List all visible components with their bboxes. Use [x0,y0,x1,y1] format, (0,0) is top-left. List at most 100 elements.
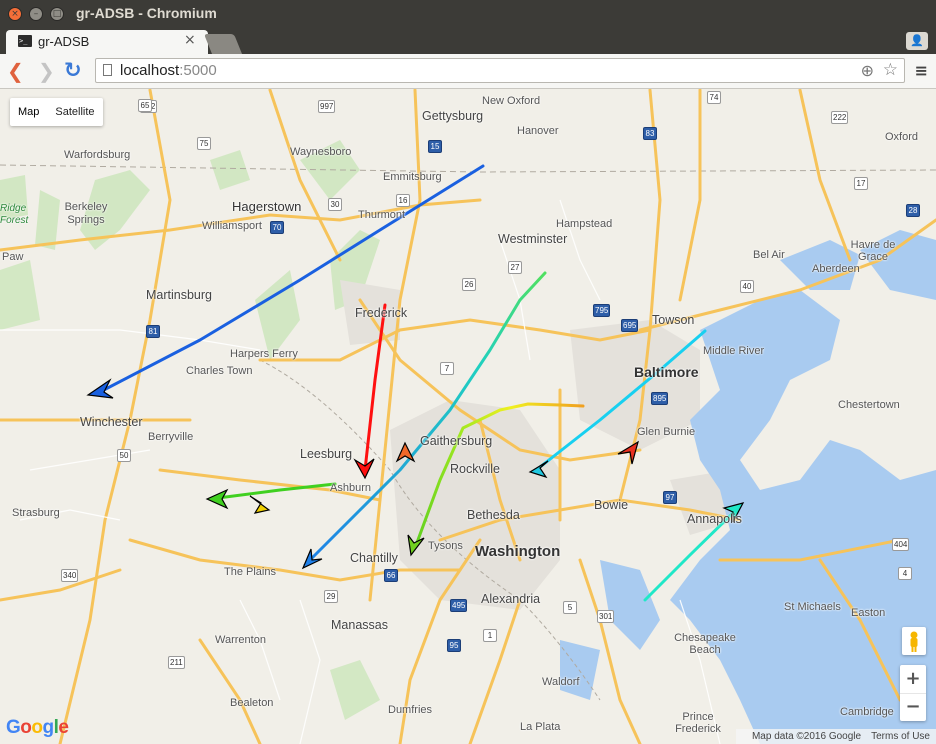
plane-icon-green-1 [205,488,229,510]
place-label: Bowie [594,498,629,512]
map-attribution: Map data ©2016 Google Terms of Use [735,729,936,744]
street-view-pegman[interactable] [902,627,926,655]
browser-menu-icon[interactable]: ≡ [915,61,928,80]
zoom-out-button[interactable]: − [900,693,926,721]
highway-shield: 30 [328,198,342,211]
map-type-map-button[interactable]: Map [10,98,47,126]
place-label: Berryville [148,431,194,443]
url-text[interactable]: localhost:5000 [120,62,217,79]
minimize-window-button[interactable]: – [29,7,43,21]
terms-of-use-link[interactable]: Terms of Use [871,731,930,742]
place-label: Gettysburg [422,109,484,123]
window-title: gr-ADSB - Chromium [76,5,217,21]
place-label: Chesapeake Beach [674,632,736,656]
forest-label: Ridge Forest [0,203,29,226]
place-label: St Michaels [784,601,841,613]
place-label: Manassas [331,618,388,632]
place-label: Paw [2,251,24,263]
place-label: Easton [851,607,886,619]
back-button[interactable]: ❮ [7,59,24,83]
pegman-icon [910,631,918,652]
close-window-button[interactable]: × [8,7,22,21]
highway-shield: 7 [440,362,454,375]
google-logo-letter: G [6,717,21,738]
new-tab-button[interactable] [203,34,243,54]
place-label: Dumfries [388,704,433,716]
tab-strip: >_ gr-ADSB × 👤 [0,30,936,54]
highway-shield: 211 [168,656,185,669]
place-label: Chantilly [350,551,398,565]
place-label: Alexandria [481,592,541,606]
place-label: Williamsport [202,220,262,232]
zoom-control: + − [900,665,926,721]
tab-gr-adsb[interactable]: >_ gr-ADSB × [6,30,208,54]
place-label: Chestertown [838,399,900,411]
google-logo-letter: e [58,717,69,738]
track-4 [208,482,337,501]
place-label: Hanover [517,125,559,137]
map-canvas[interactable]: New Oxford Gettysburg Hanover Waynesboro… [0,89,936,744]
highway-shield: 50 [117,449,131,462]
place-label: Winchester [80,415,143,429]
highway-shield: 70 [270,221,284,234]
place-label: Middle River [703,345,765,357]
highway-shield: 997 [318,100,336,113]
highway-shield: 65 [138,99,152,112]
tab-close-icon[interactable]: × [184,32,196,48]
google-logo-letter: g [42,717,55,738]
reload-button[interactable]: ↻ [64,58,82,82]
highway-shield: 40 [740,280,754,293]
highway-shield: 795 [593,304,611,317]
place-label: Warrenton [215,634,266,646]
profile-icon[interactable]: 👤 [906,32,928,50]
place-label: The Plains [224,566,276,578]
google-logo-letter: o [31,717,43,738]
highway-shield: 17 [854,177,868,190]
place-label: Westminster [498,232,568,246]
highway-shield: 895 [651,392,669,405]
highway-shield: 404 [892,538,910,551]
highway-shield: 695 [621,319,639,332]
place-label: Glen Burnie [637,426,696,438]
place-label: Leesburg [300,447,353,461]
place-label: Baltimore [634,364,699,380]
highway-shield: 495 [450,599,468,612]
place-label: Thurmont [358,209,406,221]
place-label: Aberdeen [812,263,860,275]
highway-shield: 28 [906,204,920,217]
highway-shield: 26 [462,278,476,291]
google-logo[interactable]: Google [6,717,69,739]
place-label: Bealeton [230,697,274,709]
highway-shield: 29 [324,590,338,603]
highway-shield: 83 [643,127,657,140]
place-label: Martinsburg [146,288,212,302]
bookmark-star-icon[interactable]: ☆ [883,60,898,80]
place-label: Washington [475,543,561,560]
page-icon [103,64,112,76]
place-label: Bel Air [753,249,785,261]
place-label: Cambridge [840,706,894,718]
map-type-satellite-button[interactable]: Satellite [47,98,102,126]
place-label: Warfordsburg [64,149,131,161]
highway-shield: 4 [898,567,912,580]
place-label: Havre de Grace [850,239,896,263]
place-label: Harpers Ferry [230,348,298,360]
place-label: New Oxford [482,95,541,107]
place-label: Frederick [355,306,408,320]
forward-button[interactable]: ❯ [38,59,55,83]
highway-shield: 340 [61,569,79,582]
maximize-window-button[interactable]: □ [50,7,64,21]
highway-shield: 1 [483,629,497,642]
address-bar[interactable]: localhost:5000 ⊕ ☆ [95,58,905,83]
place-label: Prince Frederick [675,711,721,735]
highway-shield: 81 [146,325,160,338]
highway-shield: 95 [447,639,461,652]
place-label: Emmitsburg [383,171,442,183]
place-label: Annapolis [687,512,742,526]
plane-icon-blue-1 [86,378,114,399]
zoom-in-button[interactable]: + [900,665,926,694]
highway-shield: 5 [563,601,577,614]
place-label: Ashburn [330,482,371,494]
url-port: :5000 [179,62,217,79]
location-target-icon[interactable]: ⊕ [861,61,874,80]
